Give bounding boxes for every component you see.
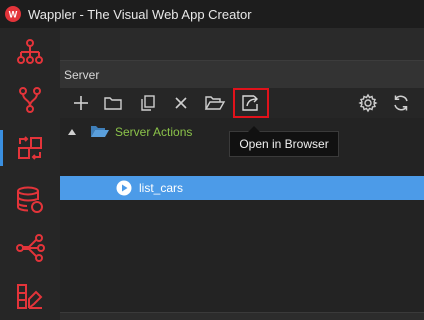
add-button[interactable] (68, 91, 94, 115)
app-window: W Wappler - The Visual Web App Creator S… (0, 0, 424, 320)
plus-icon (74, 96, 88, 110)
delete-button[interactable] (168, 91, 194, 115)
folder-open-icon (91, 126, 109, 137)
panel-title: Server (64, 67, 100, 82)
design-tools-icon (17, 284, 43, 309)
bottom-panel-edge (60, 312, 424, 320)
share-nodes-icon (16, 234, 45, 262)
tooltip: Open in Browser (229, 126, 339, 157)
gear-icon (358, 93, 378, 113)
activity-bar (0, 28, 60, 320)
server-panel: Server Server Actions list_cars (60, 28, 424, 320)
tooltip-arrow (248, 126, 260, 132)
folder-open-icon (204, 96, 226, 110)
new-folder-button[interactable] (100, 91, 126, 115)
refresh-icon (394, 95, 408, 111)
expand-caret-icon[interactable] (68, 129, 76, 135)
swap-data-icon (18, 136, 42, 160)
activity-item-share[interactable] (0, 224, 60, 272)
settings-button[interactable] (355, 91, 381, 115)
sitemap-icon (17, 39, 43, 64)
play-icon (116, 180, 132, 196)
panel-spacer (60, 28, 424, 60)
open-in-browser-button[interactable] (233, 88, 269, 118)
activity-item-database[interactable] (0, 176, 60, 224)
open-in-browser-icon (242, 95, 258, 111)
tooltip-text: Open in Browser (239, 137, 329, 151)
panel-toolbar (60, 88, 424, 118)
copy-button[interactable] (135, 91, 161, 115)
wappler-logo-icon: W (5, 6, 21, 22)
close-icon (175, 97, 187, 109)
activity-item-design[interactable] (0, 272, 60, 320)
activity-item-server-connect[interactable] (0, 124, 60, 172)
window-title: Wappler - The Visual Web App Creator (28, 6, 252, 22)
activity-item-branch[interactable] (0, 76, 60, 124)
svg-text:W: W (9, 10, 18, 20)
activity-item-sitemap[interactable] (0, 28, 60, 76)
panel-header: Server (60, 60, 424, 88)
copy-icon (141, 95, 155, 111)
tree-folder-label: Server Actions (115, 125, 193, 139)
folder-icon (104, 97, 122, 110)
open-folder-button[interactable] (202, 91, 228, 115)
refresh-button[interactable] (388, 91, 414, 115)
tree-item-label: list_cars (139, 181, 184, 195)
git-branch-icon (19, 87, 41, 113)
database-icon (17, 186, 43, 213)
title-bar: W Wappler - The Visual Web App Creator (0, 0, 424, 28)
tree-item-list-cars[interactable]: list_cars (60, 176, 424, 200)
